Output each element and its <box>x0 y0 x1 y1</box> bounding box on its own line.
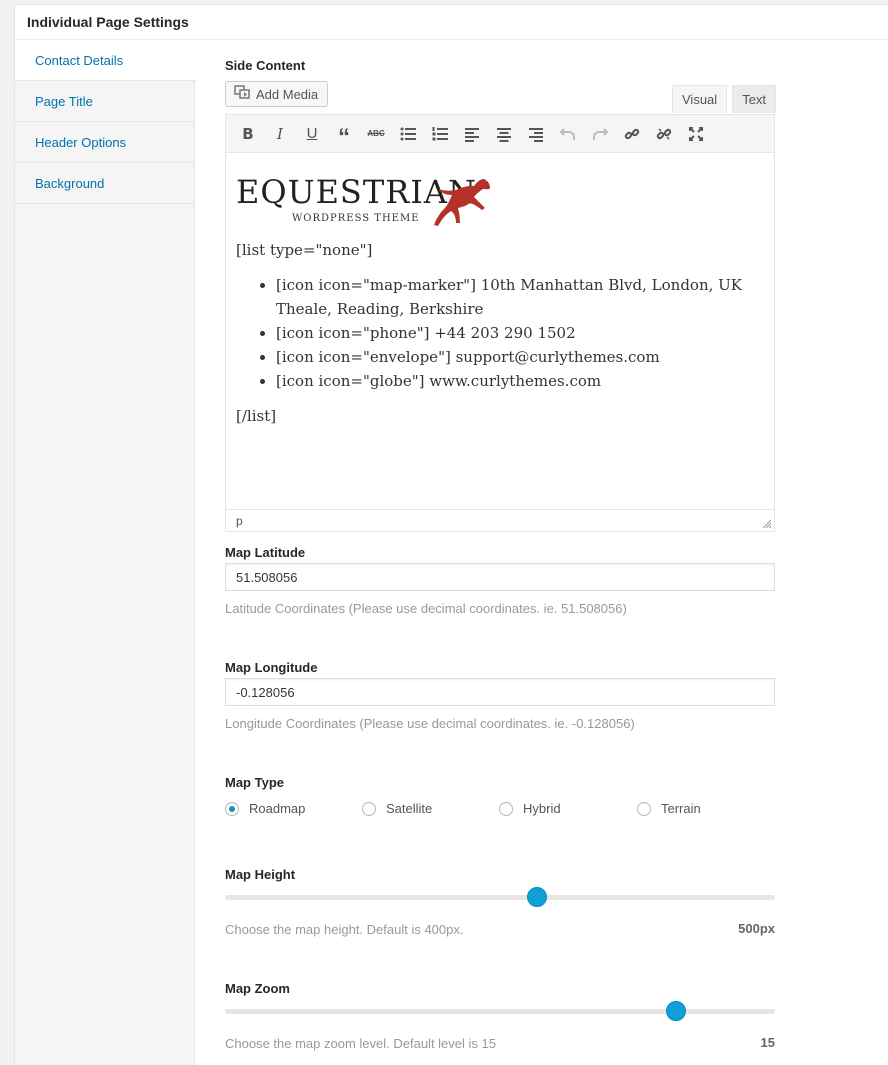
align-left-icon[interactable] <box>456 120 488 148</box>
radio-satellite-circle[interactable] <box>362 801 376 816</box>
editor-toolbar: B I U “ ABC <box>226 115 774 153</box>
bulleted-list-icon[interactable] <box>392 120 424 148</box>
tab-text[interactable]: Text <box>732 85 777 113</box>
bold-icon[interactable]: B <box>232 120 264 148</box>
map-zoom-value: 15 <box>760 1035 775 1050</box>
radio-roadmap[interactable]: Roadmap <box>225 801 305 816</box>
map-longitude-label: Map Longitude <box>225 660 318 675</box>
underline-icon[interactable]: U <box>296 120 328 148</box>
undo-icon[interactable] <box>552 120 584 148</box>
tab-visual[interactable]: Visual <box>672 85 728 113</box>
editor-tabs: Visual Text <box>672 85 777 113</box>
redo-icon[interactable] <box>584 120 616 148</box>
sidebar-item-background[interactable]: Background <box>15 163 194 204</box>
insert-link-icon[interactable] <box>616 120 648 148</box>
list-item: [icon icon="envelope"] support@curlythem… <box>276 345 764 369</box>
settings-sidebar: Contact Details Page Title Header Option… <box>15 40 196 1065</box>
map-latitude-label: Map Latitude <box>225 545 306 560</box>
map-longitude-input[interactable]: -0.128056 <box>225 678 775 706</box>
radio-terrain-circle[interactable] <box>637 801 651 816</box>
list-open-shortcode: [list type="none"] <box>236 241 373 259</box>
sidebar-item-page-title[interactable]: Page Title <box>15 81 194 122</box>
radio-roadmap-circle[interactable] <box>225 801 239 816</box>
editor-statusbar: p <box>226 509 774 531</box>
radio-terrain-label: Terrain <box>661 801 701 816</box>
sidebar-item-contact-details[interactable]: Contact Details <box>15 40 196 81</box>
map-type-label: Map Type <box>225 775 284 790</box>
italic-icon[interactable]: I <box>264 120 296 148</box>
resize-handle-icon[interactable] <box>763 520 771 528</box>
map-height-slider-handle[interactable] <box>526 887 547 907</box>
map-height-slider[interactable] <box>225 887 775 907</box>
wysiwyg-editor: B I U “ ABC EQUESTRIAN WORDPRESS THEME [… <box>225 114 775 532</box>
blockquote-icon[interactable]: “ <box>328 120 360 151</box>
map-zoom-description: Choose the map zoom level. Default level… <box>225 1036 496 1051</box>
map-height-description: Choose the map height. Default is 400px. <box>225 922 464 937</box>
radio-hybrid-circle[interactable] <box>499 801 513 816</box>
page-settings-metabox: Individual Page Settings Contact Details… <box>14 4 888 1065</box>
radio-satellite[interactable]: Satellite <box>362 801 432 816</box>
strikethrough-icon[interactable]: ABC <box>360 120 392 148</box>
align-right-icon[interactable] <box>520 120 552 148</box>
map-height-value: 500px <box>738 921 775 936</box>
map-height-label: Map Height <box>225 867 296 882</box>
map-latitude-description: Latitude Coordinates (Please use decimal… <box>225 601 627 616</box>
map-type-radio-group: Roadmap Satellite Hybrid Terrain <box>225 801 775 821</box>
add-media-label: Add Media <box>256 86 319 102</box>
media-icon <box>234 85 251 103</box>
add-media-button[interactable]: Add Media <box>225 81 328 107</box>
fullscreen-icon[interactable] <box>680 120 712 148</box>
radio-terrain[interactable]: Terrain <box>637 801 701 816</box>
numbered-list-icon[interactable] <box>424 120 456 148</box>
map-zoom-label: Map Zoom <box>225 981 290 996</box>
radio-satellite-label: Satellite <box>386 801 433 816</box>
radio-roadmap-label: Roadmap <box>249 801 306 816</box>
list-item: [icon icon="globe"] www.curlythemes.com <box>276 369 764 393</box>
remove-link-icon[interactable] <box>648 120 680 148</box>
equestrian-logo: EQUESTRIAN WORDPRESS THEME <box>236 167 764 227</box>
radio-hybrid[interactable]: Hybrid <box>499 801 561 816</box>
radio-hybrid-label: Hybrid <box>523 801 561 816</box>
horse-icon <box>434 179 490 226</box>
map-zoom-slider[interactable] <box>225 1001 775 1021</box>
contact-list: [icon icon="map-marker"] 10th Manhattan … <box>236 273 764 393</box>
map-zoom-slider-handle[interactable] <box>666 1001 686 1021</box>
side-content-label: Side Content <box>225 58 306 73</box>
sidebar-item-header-options[interactable]: Header Options <box>15 122 194 163</box>
list-item: [icon icon="map-marker"] 10th Manhattan … <box>276 273 764 321</box>
map-latitude-input[interactable]: 51.508056 <box>225 563 775 591</box>
list-close-shortcode: [/list] <box>236 407 277 425</box>
element-path[interactable]: p <box>236 514 243 528</box>
align-center-icon[interactable] <box>488 120 520 148</box>
list-item: [icon icon="phone"] +44 203 290 1502 <box>276 321 764 345</box>
editor-content[interactable]: EQUESTRIAN WORDPRESS THEME [list type="n… <box>226 153 774 479</box>
map-longitude-description: Longitude Coordinates (Please use decima… <box>225 716 635 731</box>
metabox-title: Individual Page Settings <box>15 5 888 40</box>
logo-subtitle: WORDPRESS THEME <box>292 213 420 224</box>
